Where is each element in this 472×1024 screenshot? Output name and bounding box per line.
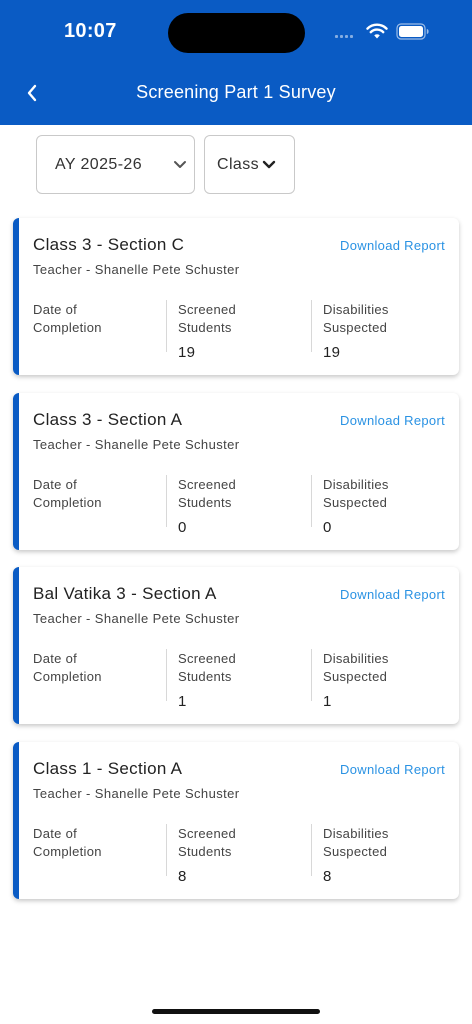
disabilities-label: Disabilities Suspected (323, 651, 389, 684)
divider (311, 824, 312, 876)
teacher-name: Teacher - Shanelle Pete Schuster (33, 437, 240, 452)
chevron-down-icon (262, 160, 276, 169)
teacher-name: Teacher - Shanelle Pete Schuster (33, 611, 240, 626)
card-accent (13, 393, 19, 550)
wifi-icon (366, 23, 388, 39)
class-dropdown[interactable]: Class (204, 135, 295, 194)
class-card[interactable]: Class 3 - Section A Download Report Teac… (13, 393, 459, 550)
divider (311, 300, 312, 352)
home-indicator[interactable] (152, 1009, 320, 1014)
screened-value: 1 (178, 693, 187, 710)
chevron-down-icon (174, 161, 186, 168)
disabilities-value: 19 (323, 344, 341, 361)
divider (166, 475, 167, 527)
divider (166, 649, 167, 701)
screened-value: 0 (178, 519, 187, 536)
date-label: Date of Completion (33, 651, 102, 684)
signal-icon (335, 35, 353, 38)
date-of-completion: Date of Completion (33, 825, 133, 868)
download-report-link[interactable]: Download Report (340, 238, 445, 253)
teacher-name: Teacher - Shanelle Pete Schuster (33, 262, 240, 277)
download-report-link[interactable]: Download Report (340, 587, 445, 602)
card-title: Bal Vatika 3 - Section A (33, 584, 217, 603)
screened-label: Screened Students (178, 826, 237, 859)
date-label: Date of Completion (33, 477, 102, 510)
date-of-completion: Date of Completion (33, 476, 133, 519)
disabilities-label: Disabilities Suspected (323, 477, 389, 510)
divider (166, 824, 167, 876)
disabilities-suspected: Disabilities Suspected 0 (323, 476, 423, 537)
card-title: Class 3 - Section C (33, 235, 185, 254)
dynamic-island (168, 13, 305, 53)
screened-label: Screened Students (178, 477, 237, 510)
date-of-completion: Date of Completion (33, 301, 133, 344)
teacher-name: Teacher - Shanelle Pete Schuster (33, 786, 240, 801)
download-report-link[interactable]: Download Report (340, 762, 445, 777)
card-accent (13, 567, 19, 724)
card-title: Class 3 - Section A (33, 410, 183, 429)
screened-value: 8 (178, 868, 187, 885)
date-of-completion: Date of Completion (33, 650, 133, 693)
academic-year-value: AY 2025-26 (55, 155, 143, 173)
class-value: Class (217, 155, 260, 173)
card-accent (13, 742, 19, 899)
card-title: Class 1 - Section A (33, 759, 183, 778)
download-report-link[interactable]: Download Report (340, 413, 445, 428)
status-time: 10:07 (64, 20, 117, 42)
screened-value: 19 (178, 344, 196, 361)
disabilities-label: Disabilities Suspected (323, 302, 389, 335)
disabilities-suspected: Disabilities Suspected 8 (323, 825, 423, 886)
disabilities-value: 1 (323, 693, 332, 710)
disabilities-value: 0 (323, 519, 332, 536)
academic-year-dropdown[interactable]: AY 2025-26 (36, 135, 195, 194)
class-card[interactable]: Class 1 - Section A Download Report Teac… (13, 742, 459, 899)
page-title: Screening Part 1 Survey (136, 82, 336, 102)
class-card[interactable]: Bal Vatika 3 - Section A Download Report… (13, 567, 459, 724)
screened-students: Screened Students 0 (178, 476, 278, 537)
date-label: Date of Completion (33, 302, 102, 335)
disabilities-suspected: Disabilities Suspected 1 (323, 650, 423, 711)
battery-icon (396, 23, 429, 40)
app-header: 10:07 Screening Part 1 Survey (0, 0, 472, 125)
divider (311, 475, 312, 527)
card-accent (13, 218, 19, 375)
disabilities-suspected: Disabilities Suspected 19 (323, 301, 423, 362)
screened-students: Screened Students 19 (178, 301, 278, 362)
screened-students: Screened Students 1 (178, 650, 278, 711)
disabilities-value: 8 (323, 868, 332, 885)
divider (166, 300, 167, 352)
screened-label: Screened Students (178, 302, 237, 335)
screened-label: Screened Students (178, 651, 237, 684)
divider (311, 649, 312, 701)
screened-students: Screened Students 8 (178, 825, 278, 886)
class-card[interactable]: Class 3 - Section C Download Report Teac… (13, 218, 459, 375)
disabilities-label: Disabilities Suspected (323, 826, 389, 859)
date-label: Date of Completion (33, 826, 102, 859)
